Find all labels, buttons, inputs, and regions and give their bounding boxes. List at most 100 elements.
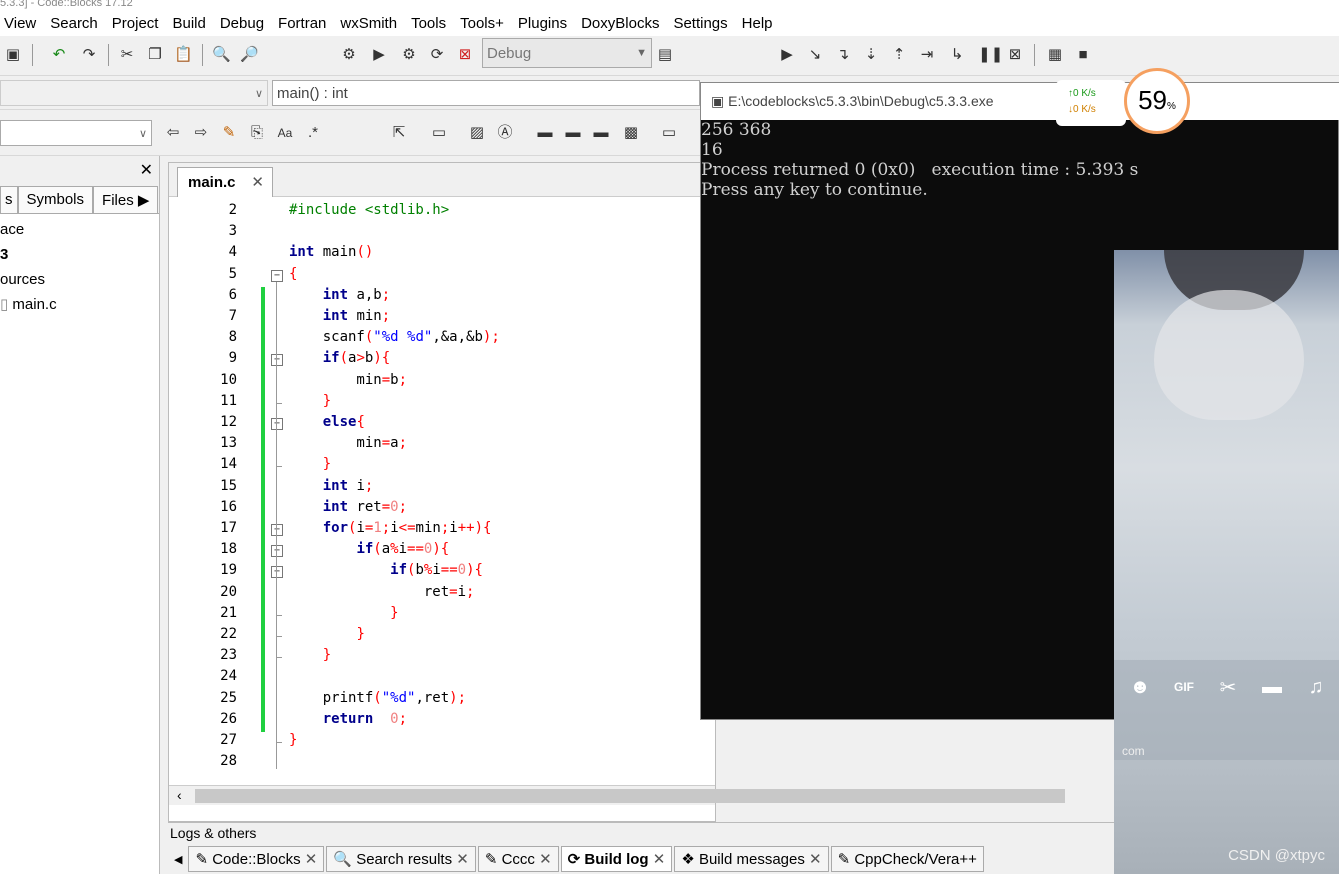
function-select[interactable]: main() : int: [272, 80, 700, 106]
code-line[interactable]: {: [289, 266, 297, 282]
fold-toggle-icon[interactable]: −: [271, 545, 283, 558]
log-tab-code-blocks[interactable]: ✎ Code::Blocks ✕: [188, 846, 325, 872]
find-previous-icon[interactable]: ⇦: [164, 124, 182, 142]
code-line[interactable]: ret=i;: [289, 584, 475, 600]
close-icon[interactable]: ✕: [140, 160, 153, 180]
code-line[interactable]: }: [289, 605, 398, 621]
menu-item-build[interactable]: Build: [165, 15, 212, 32]
tree-file-main[interactable]: ▯ main.c: [0, 292, 159, 317]
wx-sizer3-icon[interactable]: ▬: [592, 124, 610, 142]
code-line[interactable]: scanf("%d %d",&a,&b);: [289, 329, 500, 345]
step-into-icon[interactable]: ⇣: [862, 46, 880, 64]
code-line[interactable]: for(i=1;i<=min;i++){: [289, 520, 492, 536]
code-line[interactable]: int i;: [289, 478, 374, 494]
tree-workspace[interactable]: ace: [0, 217, 159, 242]
tab-symbols[interactable]: Symbols: [17, 186, 94, 213]
paste-icon[interactable]: 📋: [174, 46, 193, 64]
copy-icon[interactable]: ❐: [146, 46, 164, 64]
info-icon[interactable]: ■: [1074, 46, 1092, 64]
code-line[interactable]: int a,b;: [289, 287, 390, 303]
pointer-icon[interactable]: ⇱: [390, 124, 408, 142]
abort-icon[interactable]: ⊠: [456, 46, 474, 64]
log-tab-build-log[interactable]: ⟳ Build log ✕: [560, 846, 673, 872]
find-icon[interactable]: 🔍: [212, 46, 231, 64]
menu-item-wxsmith[interactable]: wxSmith: [333, 15, 404, 32]
code-line[interactable]: printf("%d",ret);: [289, 690, 466, 706]
menu-item-plugins[interactable]: Plugins: [511, 15, 574, 32]
log-tab-build-messages[interactable]: ❖ Build messages ✕: [674, 846, 829, 872]
code-line[interactable]: }: [289, 456, 331, 472]
search-input[interactable]: ∨: [0, 120, 152, 146]
menu-item-tools[interactable]: Tools: [404, 15, 453, 32]
code-line[interactable]: if(a>b){: [289, 350, 390, 366]
scroll-thumb[interactable]: [195, 789, 1065, 803]
save-all-icon[interactable]: ▣: [4, 46, 22, 64]
menu-item-view[interactable]: View: [0, 15, 43, 32]
emoji-icon[interactable]: ☻: [1124, 676, 1156, 699]
cut-icon[interactable]: ✂: [118, 46, 136, 64]
wx-sizer2-icon[interactable]: ▬: [564, 124, 582, 142]
pause-icon[interactable]: ❚❚: [978, 46, 1003, 64]
wx-panel-icon[interactable]: ▭: [430, 124, 448, 142]
replace-icon[interactable]: 🔎: [240, 46, 259, 64]
wx-text-icon[interactable]: Ⓐ: [496, 124, 514, 142]
stop-debug-icon[interactable]: ⊠: [1006, 46, 1024, 64]
code-line[interactable]: }: [289, 626, 364, 642]
menu-item-doxyblocks[interactable]: DoxyBlocks: [574, 15, 666, 32]
close-icon[interactable]: ✕: [251, 173, 264, 191]
next-instruction-icon[interactable]: ⇥: [918, 46, 936, 64]
menu-item-help[interactable]: Help: [735, 15, 780, 32]
debug-windows-icon[interactable]: ▦: [1046, 46, 1064, 64]
folder-icon[interactable]: ▬: [1256, 676, 1288, 699]
find-next-icon[interactable]: ⇨: [192, 124, 210, 142]
memory-gauge[interactable]: 59%: [1124, 68, 1190, 134]
scissors-icon[interactable]: ✂: [1212, 675, 1244, 700]
rebuild-icon[interactable]: ⟳: [428, 46, 446, 64]
run-to-cursor-icon[interactable]: ↘: [806, 46, 824, 64]
horizontal-scrollbar[interactable]: ‹: [169, 785, 1065, 805]
menu-item-debug[interactable]: Debug: [213, 15, 271, 32]
scroll-left-icon[interactable]: ‹: [177, 787, 182, 803]
fold-toggle-icon[interactable]: −: [271, 269, 283, 282]
console-titlebar[interactable]: ▣ E:\codeblocks\c5.3.3\bin\Debug\c5.3.3.…: [701, 83, 1339, 120]
fold-toggle-icon[interactable]: −: [271, 524, 283, 536]
code-line[interactable]: }: [289, 647, 331, 663]
debug-run-icon[interactable]: ▶: [778, 46, 796, 64]
build-gear-icon[interactable]: ⚙: [340, 46, 358, 64]
tree-project[interactable]: 3: [0, 242, 159, 267]
code-editor[interactable]: 2 #include <stdlib.h> 3 4 int main() 5{−6 int…: [169, 201, 715, 785]
wx-frame-icon[interactable]: ▭: [660, 124, 678, 142]
code-line[interactable]: int min;: [289, 308, 390, 324]
fold-toggle-icon[interactable]: −: [271, 566, 283, 579]
close-icon[interactable]: ✕: [452, 851, 469, 868]
scroll-tabs-left-icon[interactable]: ◀: [168, 853, 188, 866]
tab-projects[interactable]: s: [0, 186, 18, 213]
menu-item-fortran[interactable]: Fortran: [271, 15, 333, 32]
code-line[interactable]: if(a%i==0){: [289, 541, 449, 557]
log-tab-search-results[interactable]: 🔍 Search results ✕: [326, 846, 476, 872]
code-line[interactable]: int ret=0;: [289, 499, 407, 515]
code-line[interactable]: return 0;: [289, 711, 407, 727]
highlight-icon[interactable]: ✎: [220, 124, 238, 142]
chevron-right-icon[interactable]: ▶: [138, 192, 150, 209]
close-icon[interactable]: ✕: [301, 851, 318, 868]
code-line[interactable]: #include <stdlib.h>: [289, 202, 449, 218]
close-icon[interactable]: ✕: [535, 851, 552, 868]
scope-select[interactable]: ∨: [0, 80, 268, 106]
redo-icon[interactable]: ↷: [80, 46, 98, 64]
tab-main-c[interactable]: main.c ✕: [177, 167, 273, 197]
undo-icon[interactable]: ↶: [50, 46, 68, 64]
fold-toggle-icon[interactable]: −: [271, 418, 283, 430]
wx-image-icon[interactable]: ▨: [468, 124, 486, 142]
code-line[interactable]: if(b%i==0){: [289, 562, 483, 578]
run-icon[interactable]: ▶: [370, 46, 388, 64]
build-target-select[interactable]: Debug ▼: [482, 38, 652, 68]
step-out-icon[interactable]: ⇡: [890, 46, 908, 64]
music-icon[interactable]: ♫: [1300, 676, 1332, 699]
match-case-icon[interactable]: Aa: [276, 124, 294, 142]
code-line[interactable]: }: [289, 732, 297, 748]
regex-icon[interactable]: .*: [304, 124, 322, 142]
log-tab-cccc[interactable]: ✎ Cccc ✕: [477, 846, 559, 872]
menu-item-search[interactable]: Search: [43, 15, 105, 32]
close-icon[interactable]: ✕: [649, 851, 666, 868]
